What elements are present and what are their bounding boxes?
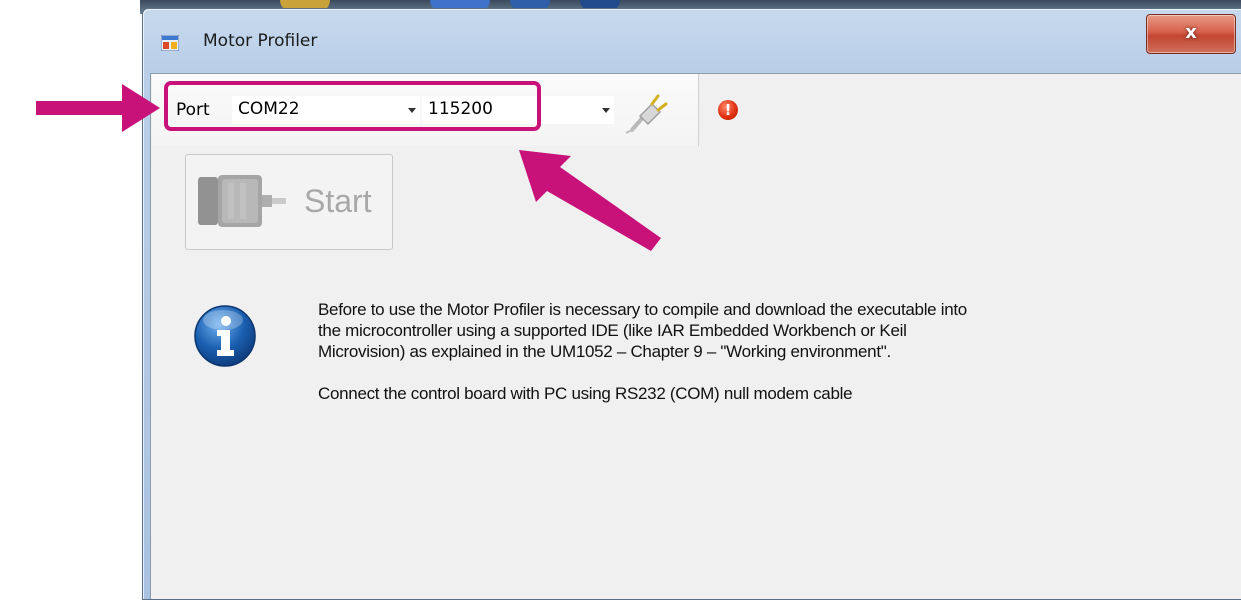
info-icon [194,305,256,367]
info-line: Microvision) as explained in the UM1052 … [318,342,891,361]
close-button[interactable]: x [1146,14,1236,54]
title-bar[interactable]: Motor Profiler x [143,9,1241,71]
client-area: Port COM22 115200 ! Start Before to use … [150,73,1241,599]
start-button-label: Start [304,183,372,219]
app-icon [161,35,179,51]
close-icon: x [1185,22,1197,43]
info-line: Before to use the Motor Profiler is nece… [318,300,967,319]
window-title: Motor Profiler [203,31,318,51]
info-message: Before to use the Motor Profiler is nece… [318,299,1188,404]
start-button[interactable]: Start [185,154,393,250]
motor-icon [198,175,286,227]
info-paragraph: Before to use the Motor Profiler is nece… [318,299,1188,362]
info-line: the microcontroller using a supported ID… [318,321,907,340]
chevron-down-icon[interactable] [602,108,610,113]
info-paragraph: Connect the control board with PC using … [318,384,853,403]
error-icon: ! [718,100,738,120]
annotation-highlight-box [164,81,541,131]
plug-icon[interactable] [624,86,674,134]
